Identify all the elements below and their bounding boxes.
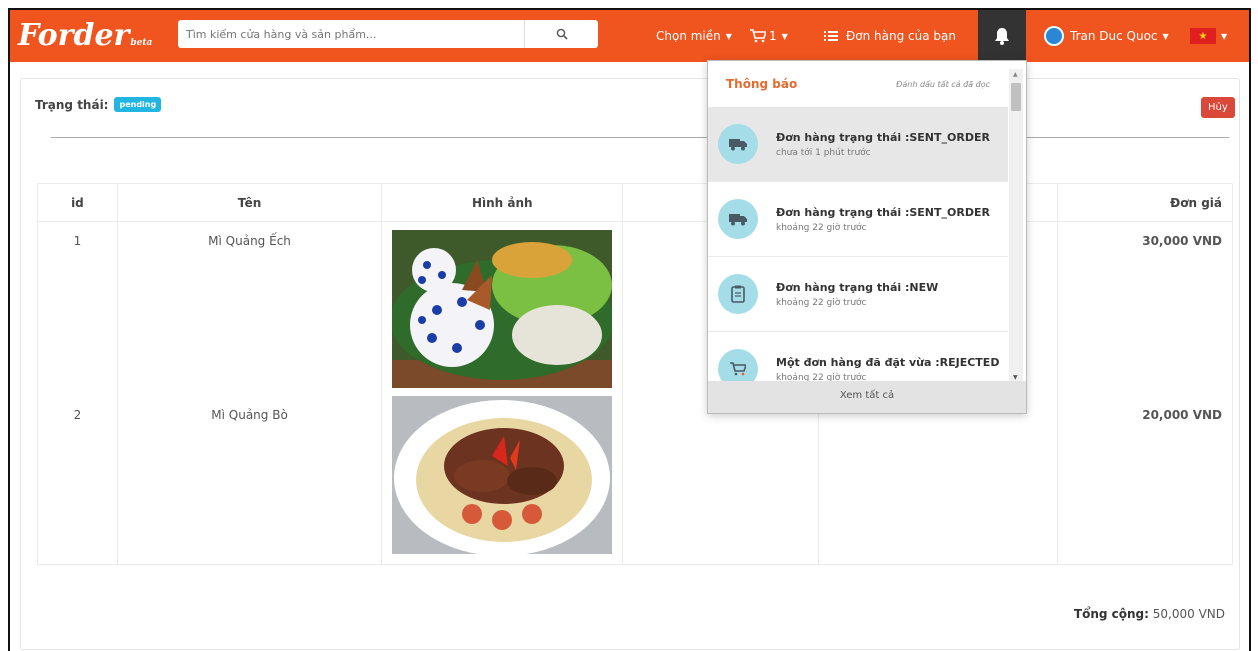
notification-title-text: Đơn hàng trạng thái :NEW [776, 280, 939, 294]
region-label: Chọn miền [656, 29, 721, 43]
table-row: 2 Mì Quảng Bò 20,000 VND [37, 388, 1233, 565]
divider [51, 137, 1229, 138]
row-price: 30,000 VND [1057, 221, 1233, 388]
col-price: Đơn giá [1057, 183, 1233, 222]
scroll-down-icon[interactable]: ▼ [1013, 374, 1018, 381]
notification-time: chưa tới 1 phút trước [776, 147, 871, 158]
navbar: Forder beta Chọn miền ▼ 1 ▼ Đơn hàng của… [10, 10, 1249, 62]
row-id: 2 [37, 388, 118, 565]
notification-item[interactable]: Đơn hàng trạng thái :NEW khoảng 22 giờ t… [708, 257, 1008, 332]
truck-icon [718, 124, 758, 164]
notification-time: khoảng 22 giờ trước [776, 222, 867, 233]
total-label: Tổng cộng: [1073, 607, 1149, 621]
flag-icon: ★ [1190, 28, 1216, 44]
bell-icon [995, 28, 1009, 45]
chevron-down-icon: ▼ [1221, 31, 1228, 41]
notification-item[interactable]: Đơn hàng trạng thái :SENT_ORDER chưa tới… [708, 107, 1008, 182]
notification-text: Một đơn hàng đã đặt vừa :REJECTED khoảng… [776, 356, 999, 383]
food-image-frog-noodles [392, 230, 613, 388]
notification-button[interactable] [978, 10, 1026, 62]
list-icon [824, 31, 838, 41]
mark-all-read-link[interactable]: Đánh dấu tất cả đã đọc [896, 80, 990, 89]
app-frame: Forder beta Chọn miền ▼ 1 ▼ Đơn hàng của… [8, 8, 1251, 651]
truck-icon [718, 199, 758, 239]
notification-item[interactable]: Một đơn hàng đã đặt vừa :REJECTED khoảng… [708, 332, 1008, 383]
chevron-down-icon: ▼ [781, 31, 788, 41]
notification-text: Đơn hàng trạng thái :SENT_ORDER khoảng 2… [776, 206, 990, 233]
orders-label: Đơn hàng của bạn [846, 29, 957, 43]
search-button[interactable] [524, 20, 598, 48]
orders-link[interactable]: Đơn hàng của bạn [824, 10, 956, 62]
notification-title-text: Đơn hàng trạng thái :SENT_ORDER [776, 130, 990, 144]
row-status: pending [817, 388, 1059, 565]
search-icon [556, 28, 568, 40]
col-name: Tên [116, 183, 383, 222]
notification-text: Đơn hàng trạng thái :SENT_ORDER chưa tới… [776, 131, 990, 158]
row-name: Mì Quảng Bò [116, 388, 383, 565]
scroll-up-icon[interactable]: ▲ [1013, 71, 1018, 78]
notification-title-text: Một đơn hàng đã đặt vừa :REJECTED [776, 355, 1000, 369]
notification-text: Đơn hàng trạng thái :NEW khoảng 22 giờ t… [776, 281, 938, 308]
chevron-down-icon: ▼ [1162, 31, 1169, 41]
status-badge: pending [114, 97, 162, 112]
logo-text: Forder [18, 18, 130, 53]
flag-star: ★ [1198, 30, 1208, 42]
region-dropdown[interactable]: Chọn miền ▼ [656, 10, 732, 62]
notification-list: Đơn hàng trạng thái :SENT_ORDER chưa tới… [708, 107, 1008, 383]
table-header-row: id Tên Hình ảnh Số Đơn giá [37, 183, 1233, 222]
order-total: Tổng cộng: 50,000 VND [1074, 607, 1225, 621]
row-price: 20,000 VND [1057, 388, 1233, 565]
row-name: Mì Quảng Ếch [116, 221, 383, 388]
notification-title-text: Đơn hàng trạng thái :SENT_ORDER [776, 205, 990, 219]
notification-header: Thông báo Đánh dấu tất cả đã đọc [708, 61, 1008, 107]
logo-beta: beta [130, 38, 153, 48]
logo[interactable]: Forder beta [18, 18, 152, 54]
notification-dropdown: Thông báo Đánh dấu tất cả đã đọc Đơn hàn… [707, 60, 1027, 414]
cart-icon [718, 349, 758, 383]
avatar [1044, 26, 1064, 46]
row-qty: 1 [622, 388, 819, 565]
table-row: 1 Mì Quảng Ếch 30,000 VND [37, 221, 1233, 388]
cart-count: 1 [769, 29, 777, 43]
notification-item[interactable]: Đơn hàng trạng thái :SENT_ORDER khoảng 2… [708, 182, 1008, 257]
scroll-thumb[interactable] [1011, 83, 1021, 111]
order-status: Trạng thái: pending [35, 97, 162, 112]
order-items-table: id Tên Hình ảnh Số Đơn giá 1 Mì Quảng Ếc… [37, 183, 1233, 565]
user-menu[interactable]: Tran Duc Quoc ▼ [1044, 10, 1169, 62]
chevron-down-icon: ▼ [725, 31, 732, 41]
search-bar [178, 20, 598, 48]
cart-dropdown[interactable]: 1 ▼ [750, 10, 788, 62]
total-value: 50,000 VND [1152, 607, 1225, 621]
notification-title: Thông báo [726, 77, 798, 91]
clipboard-icon [718, 274, 758, 314]
row-image-cell [381, 388, 624, 565]
notification-scrollbar[interactable]: ▲ ▼ [1009, 69, 1023, 383]
order-detail-panel: Trạng thái: pending Hủy id Tên Hình ảnh … [20, 78, 1240, 650]
row-image-cell [381, 221, 624, 388]
col-id: id [37, 183, 118, 222]
search-input[interactable] [178, 20, 524, 48]
row-id: 1 [37, 221, 118, 388]
cart-icon [750, 29, 766, 43]
cancel-order-button[interactable]: Hủy [1201, 97, 1235, 118]
language-menu[interactable]: ★ ▼ [1190, 10, 1227, 62]
user-name: Tran Duc Quoc [1070, 29, 1158, 43]
food-image-beef-noodles [392, 396, 613, 554]
view-all-link[interactable]: Xem tất cả [708, 381, 1026, 413]
status-label: Trạng thái: [35, 97, 109, 112]
notification-time: khoảng 22 giờ trước [776, 297, 867, 308]
col-image: Hình ảnh [381, 183, 624, 222]
